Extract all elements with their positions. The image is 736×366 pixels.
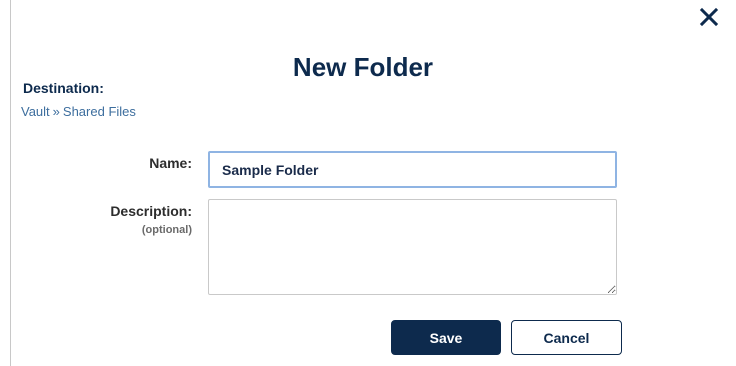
breadcrumb-separator: » <box>52 104 60 119</box>
destination-breadcrumb: Vault» Shared Files <box>21 104 136 119</box>
name-label: Name: <box>149 155 192 171</box>
breadcrumb-vault[interactable]: Vault <box>21 104 50 119</box>
description-optional-hint: (optional) <box>141 224 192 236</box>
new-folder-dialog: New Folder Destination: Vault» Shared Fil… <box>0 0 736 366</box>
dialog-title: New Folder <box>292 52 434 82</box>
save-button[interactable]: Save <box>391 320 501 355</box>
close-button[interactable] <box>698 6 720 28</box>
breadcrumb-shared-files[interactable]: Shared Files <box>63 104 136 119</box>
destination-label: Destination: <box>23 80 104 96</box>
description-textarea[interactable] <box>208 199 617 295</box>
cancel-button[interactable]: Cancel <box>511 320 622 355</box>
name-input[interactable] <box>208 151 617 188</box>
close-icon <box>699 7 719 27</box>
description-label: Description: <box>110 203 192 219</box>
